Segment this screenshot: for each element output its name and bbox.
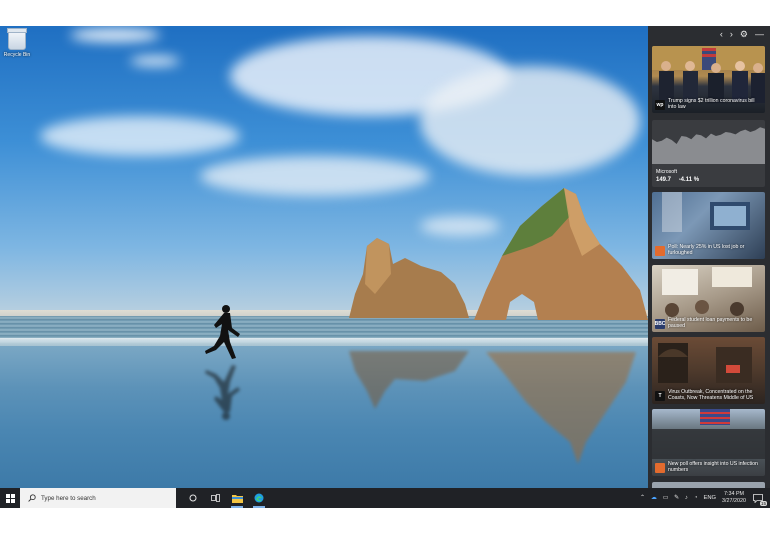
volume-icon[interactable]: ♪ [685,495,688,501]
poll-source-logo [655,246,665,256]
news-panel-header: ‹ › ⚙ — [648,26,770,43]
task-view-icon [210,494,220,502]
input-language[interactable]: ENG [703,495,716,501]
cloud [70,28,160,42]
cloud [200,156,430,196]
network-icon[interactable]: ◔ [694,495,698,501]
news-panel: ‹ › ⚙ — wp Trump signs $2 trillion coron… [648,26,770,488]
chevron-up-icon[interactable]: ⌃ [640,495,645,501]
search-icon [28,494,36,502]
recycle-bin-shortcut[interactable]: Recycle Bin [2,28,32,58]
news-caption: BBC Federal student loan payments to be … [655,317,762,329]
arch-rock [474,188,648,320]
stock-price: 149.7 [656,177,672,183]
recycle-bin-icon [7,28,27,50]
stock-card[interactable]: Microsoft 149.7 -4.11 % [652,120,765,187]
news-caption: New poll offers insight into US infectio… [655,461,762,473]
cloud [130,56,180,66]
washington-post-logo: wp [655,100,665,110]
news-headline: New poll offers insight into US infectio… [668,461,758,473]
recycle-bin-label: Recycle Bin [3,52,31,58]
taskbar: Type here to search ⌃ ☁ ▭ ✎ ♪ ◔ ENG 7:34… [0,488,770,508]
edge-browser-button[interactable] [248,488,270,508]
cloud [40,116,240,156]
minimize-icon[interactable]: — [755,30,764,39]
windows-logo-icon [5,493,15,503]
pen-icon[interactable]: ✎ [674,495,679,501]
cortana-icon [189,494,197,502]
clock-time: 7:34 PM [723,491,745,497]
chevron-left-icon[interactable]: ‹ [720,30,723,39]
clock-date: 3/27/2020 [722,498,746,504]
news-card[interactable]: wp Trump signs $2 trillion coronavirus b… [652,46,765,113]
news-caption: wp Trump signs $2 trillion coronavirus b… [655,98,762,110]
desktop-screen: Recycle Bin ‹ › ⚙ — wp Trump signs $2 tr… [0,26,770,508]
stock-change: -4.11 % [678,177,700,183]
news-card[interactable]: New poll offers insight into US infectio… [652,409,765,476]
action-center-button[interactable]: 15 [752,492,767,506]
edge-icon [254,493,264,503]
system-tray: ⌃ ☁ ▭ ✎ ♪ ◔ ENG 7:34 PM 3/27/2020 15 [640,488,770,508]
surf [0,338,648,346]
notification-count-badge: 15 [759,501,767,506]
cloud [420,66,640,176]
news-card[interactable]: Poll: Nearly 25% in US lost job or furlo… [652,192,765,259]
taskbar-search-box[interactable]: Type here to search [20,488,176,508]
battery-icon[interactable]: ▭ [663,495,668,501]
news-headline: Virus Outbreak, Concentrated on the Coas… [668,389,754,401]
news-card[interactable]: BBC Federal student loan payments to be … [652,265,765,332]
desktop-wallpaper [0,26,648,488]
news-headline: Trump signs $2 trillion coronavirus bill… [668,98,755,110]
onedrive-icon[interactable]: ☁ [651,495,657,501]
stock-name: Microsoft [656,169,678,175]
stock-values: 149.7 -4.11 % [656,177,705,183]
news-headline: Poll: Nearly 25% in US lost job or furlo… [668,244,745,256]
rock-reflection [349,351,469,409]
arch-reflection [486,352,636,464]
poll-source-logo [655,463,665,473]
start-button[interactable] [0,488,20,508]
news-caption: Poll: Nearly 25% in US lost job or furlo… [655,244,762,256]
chevron-right-icon[interactable]: › [730,30,733,39]
bbc-logo: BBC [654,319,666,329]
news-headline: Federal student loan payments to be paus… [668,317,753,329]
runner-silhouette [205,305,240,359]
gear-icon[interactable]: ⚙ [740,30,748,39]
clock[interactable]: 7:34 PM 3/27/2020 [722,491,746,505]
cortana-button[interactable] [182,488,204,508]
small-rock [349,238,469,318]
search-placeholder: Type here to search [41,494,96,502]
news-card[interactable]: T Virus Outbreak, Concentrated on the Co… [652,337,765,404]
runner-reflection [205,365,240,420]
stock-area [652,127,765,164]
news-caption: T Virus Outbreak, Concentrated on the Co… [655,389,762,401]
folder-icon [231,494,243,503]
file-explorer-button[interactable] [226,488,248,508]
task-view-button[interactable] [204,488,226,508]
nyt-logo: T [655,391,665,401]
